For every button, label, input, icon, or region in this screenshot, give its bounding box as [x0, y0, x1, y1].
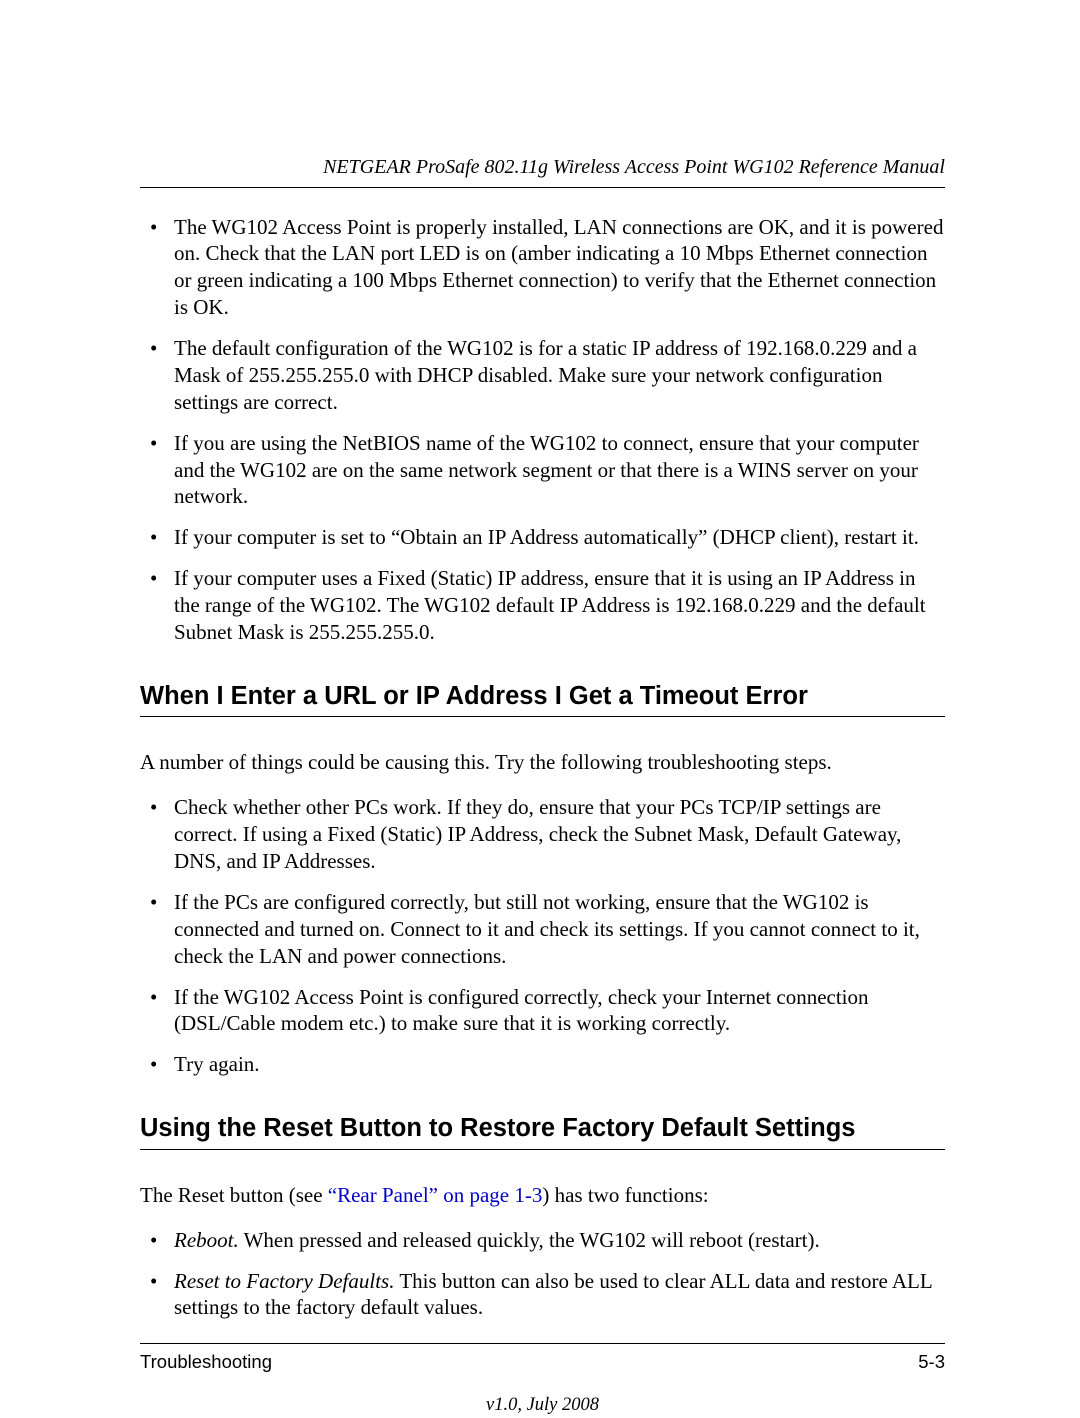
footer-version: v1.0, July 2008	[140, 1394, 945, 1418]
list-item-rest: When pressed and released quickly, the W…	[239, 1228, 820, 1252]
section-intro: A number of things could be causing this…	[140, 749, 945, 776]
list-item: Reset to Factory Defaults. This button c…	[140, 1268, 945, 1322]
section-heading-reset: Using the Reset Button to Restore Factor…	[140, 1112, 945, 1145]
footer-rule	[140, 1343, 945, 1344]
bullet-list-section2: Reboot. When pressed and released quickl…	[140, 1227, 945, 1322]
header-rule	[140, 187, 945, 188]
cross-reference-link[interactable]: “Rear Panel” on page 1-3	[328, 1183, 543, 1207]
list-item: The default configuration of the WG102 i…	[140, 335, 945, 416]
list-item: If the WG102 Access Point is configured …	[140, 984, 945, 1038]
intro-text-pre: The Reset button (see	[140, 1183, 328, 1207]
section-rule	[140, 716, 945, 717]
list-item: If the PCs are configured correctly, but…	[140, 889, 945, 970]
footer-section-label: Troubleshooting	[140, 1350, 272, 1374]
section-heading-timeout: When I Enter a URL or IP Address I Get a…	[140, 680, 945, 713]
list-item: If your computer is set to “Obtain an IP…	[140, 524, 945, 551]
section-intro-reset: The Reset button (see “Rear Panel” on pa…	[140, 1182, 945, 1209]
list-item: If you are using the NetBIOS name of the…	[140, 430, 945, 511]
list-item-lead: Reboot.	[174, 1228, 239, 1252]
list-item-lead: Reset to Factory Defaults.	[174, 1269, 394, 1293]
list-item: The WG102 Access Point is properly insta…	[140, 214, 945, 322]
page-footer: Troubleshooting 5-3 v1.0, July 2008	[140, 1343, 945, 1417]
list-item: Reboot. When pressed and released quickl…	[140, 1227, 945, 1254]
running-header: NETGEAR ProSafe 802.11g Wireless Access …	[140, 155, 945, 181]
bullet-list-top: The WG102 Access Point is properly insta…	[140, 214, 945, 646]
bullet-list-section1: Check whether other PCs work. If they do…	[140, 794, 945, 1078]
document-page: NETGEAR ProSafe 802.11g Wireless Access …	[0, 0, 1080, 1397]
footer-page-number: 5-3	[918, 1350, 945, 1374]
list-item: If your computer uses a Fixed (Static) I…	[140, 565, 945, 646]
section-rule	[140, 1149, 945, 1150]
list-item: Check whether other PCs work. If they do…	[140, 794, 945, 875]
intro-text-post: ) has two functions:	[542, 1183, 708, 1207]
list-item: Try again.	[140, 1051, 945, 1078]
